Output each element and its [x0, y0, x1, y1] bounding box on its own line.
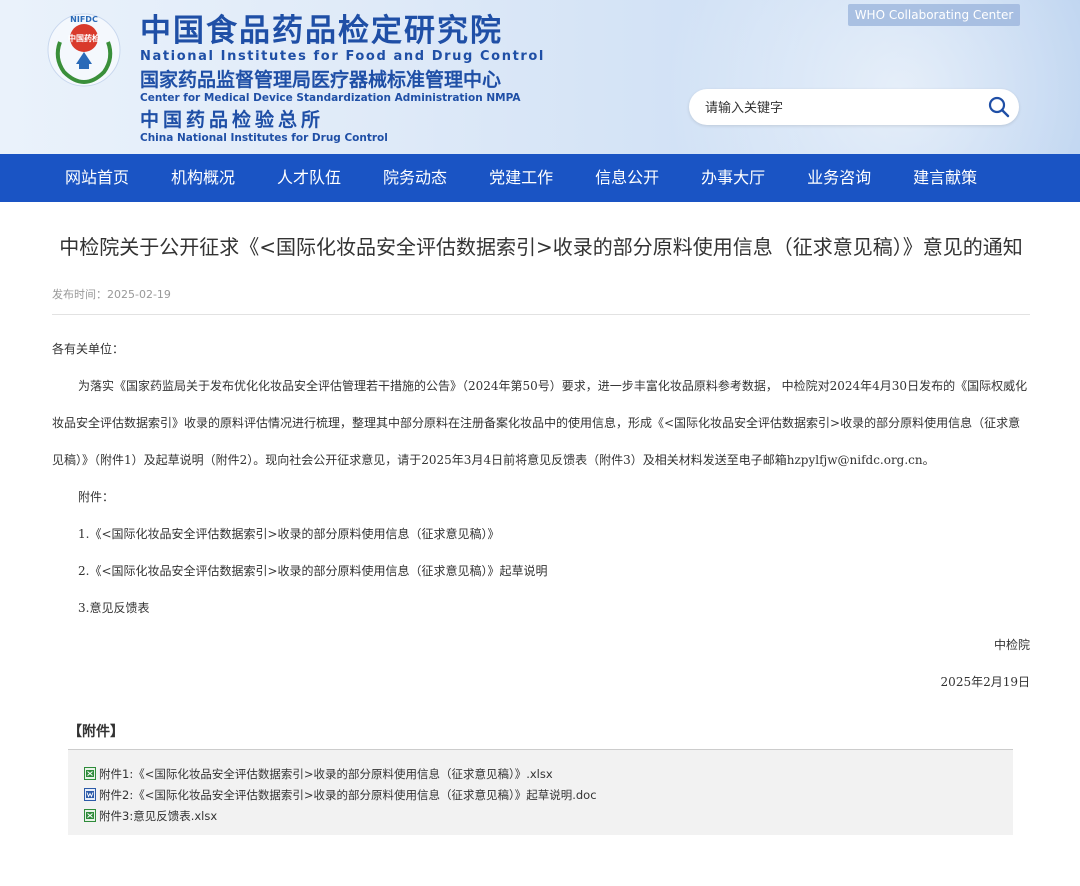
signature-date: 2025年2月19日: [940, 675, 1030, 689]
attachment-link-3[interactable]: 附件3:意见反馈表.xlsx: [84, 806, 997, 827]
excel-file-icon: [84, 809, 96, 822]
nav-item-suggestions[interactable]: 建言献策: [892, 154, 998, 202]
site-subtitle2-cn: 中国药品检验总所: [140, 109, 325, 131]
nav-item-services[interactable]: 办事大厅: [680, 154, 786, 202]
nav-item-talent[interactable]: 人才队伍: [256, 154, 362, 202]
site-subtitle2-en: China National Institutes for Drug Contr…: [140, 132, 388, 144]
who-collaborating-badge[interactable]: WHO Collaborating Center: [848, 4, 1020, 26]
site-header: 中国药检 NIFDC 中国食品药品检定研究院 National Institut…: [0, 0, 1080, 154]
brand-block: 中国食品药品检定研究院 National Institutes for Food…: [140, 12, 545, 144]
nav-item-news[interactable]: 院务动态: [362, 154, 468, 202]
attachment-name-1: 附件1:《<国际化妆品安全评估数据索引>收录的部分原料使用信息（征求意见稿）》.…: [99, 767, 553, 781]
attachments-list: 附件1:《<国际化妆品安全评估数据索引>收录的部分原料使用信息（征求意见稿）》.…: [68, 750, 1013, 835]
attachment-line-3: 3.意见反馈表: [78, 601, 150, 615]
nav-item-party[interactable]: 党建工作: [468, 154, 574, 202]
salutation: 各有关单位：: [52, 342, 125, 356]
site-subtitle-cn: 国家药品监督管理局医疗器械标准管理中心: [140, 69, 502, 91]
search-box: [689, 89, 1019, 127]
attachment-name-3: 附件3:意见反馈表.xlsx: [99, 809, 218, 823]
publish-date: 发布时间：2025-02-19: [52, 286, 1030, 315]
nav-item-disclosure[interactable]: 信息公开: [574, 154, 680, 202]
search-input[interactable]: [703, 89, 977, 127]
attachment-link-2[interactable]: 附件2:《<国际化妆品安全评估数据索引>收录的部分原料使用信息（征求意见稿）》起…: [84, 785, 997, 806]
attachment-line-2: 2.《<国际化妆品安全评估数据索引>收录的部分原料使用信息（征求意见稿）》起草说…: [78, 564, 548, 578]
logo-ring-text: NIFDC: [70, 15, 98, 24]
excel-file-icon: [84, 767, 96, 780]
nifdc-emblem-icon[interactable]: 中国药检 NIFDC: [46, 12, 122, 88]
attachments-section: 【附件】 附件1:《<国际化妆品安全评估数据索引>收录的部分原料使用信息（征求意…: [68, 719, 1013, 835]
search-icon[interactable]: [987, 95, 1011, 119]
nav-item-about[interactable]: 机构概况: [150, 154, 256, 202]
attachment-name-2: 附件2:《<国际化妆品安全评估数据索引>收录的部分原料使用信息（征求意见稿）》起…: [99, 788, 597, 802]
attachment-link-1[interactable]: 附件1:《<国际化妆品安全评估数据索引>收录的部分原料使用信息（征求意见稿）》.…: [84, 764, 997, 785]
attachment-line-1: 1.《<国际化妆品安全评估数据索引>收录的部分原料使用信息（征求意见稿）》: [78, 527, 500, 541]
article-title: 中检院关于公开征求《<国际化妆品安全评估数据索引>收录的部分原料使用信息（征求意…: [59, 235, 1023, 259]
signature: 中检院: [993, 638, 1030, 652]
attachments-label: 附件：: [78, 490, 115, 504]
nav-item-home[interactable]: 网站首页: [44, 154, 150, 202]
site-subtitle-en: Center for Medical Device Standardizatio…: [140, 92, 521, 104]
article-container: 中检院关于公开征求《<国际化妆品安全评估数据索引>收录的部分原料使用信息（征求意…: [50, 230, 1030, 835]
nav-item-consult[interactable]: 业务咨询: [786, 154, 892, 202]
main-nav: 网站首页 机构概况 人才队伍 院务动态 党建工作 信息公开 办事大厅 业务咨询 …: [0, 154, 1080, 202]
word-file-icon: [84, 788, 96, 801]
site-title-en: National Institutes for Food and Drug Co…: [140, 49, 545, 64]
article-body: 各有关单位： 为落实《国家药监局关于发布优化化妆品安全评估管理若干措施的公告》（…: [52, 331, 1030, 701]
site-title-cn: 中国食品药品检定研究院: [140, 13, 503, 49]
body-paragraph: 为落实《国家药监局关于发布优化化妆品安全评估管理若干措施的公告》（2024年第5…: [52, 379, 1028, 467]
attachments-heading: 【附件】: [68, 719, 1013, 750]
logo-center-text: 中国药检: [68, 33, 100, 43]
